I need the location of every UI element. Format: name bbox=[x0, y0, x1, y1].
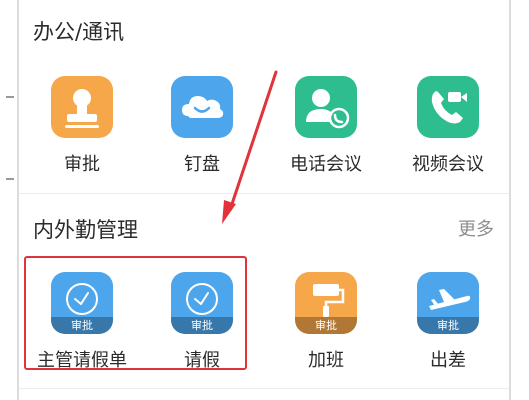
workbench-page: 办公/通讯 审批 钉盘 电话会议 视频会议 内外勤管理 更多 审批 主管请假单 … bbox=[0, 0, 529, 400]
annotation-arrow-icon bbox=[222, 70, 278, 224]
